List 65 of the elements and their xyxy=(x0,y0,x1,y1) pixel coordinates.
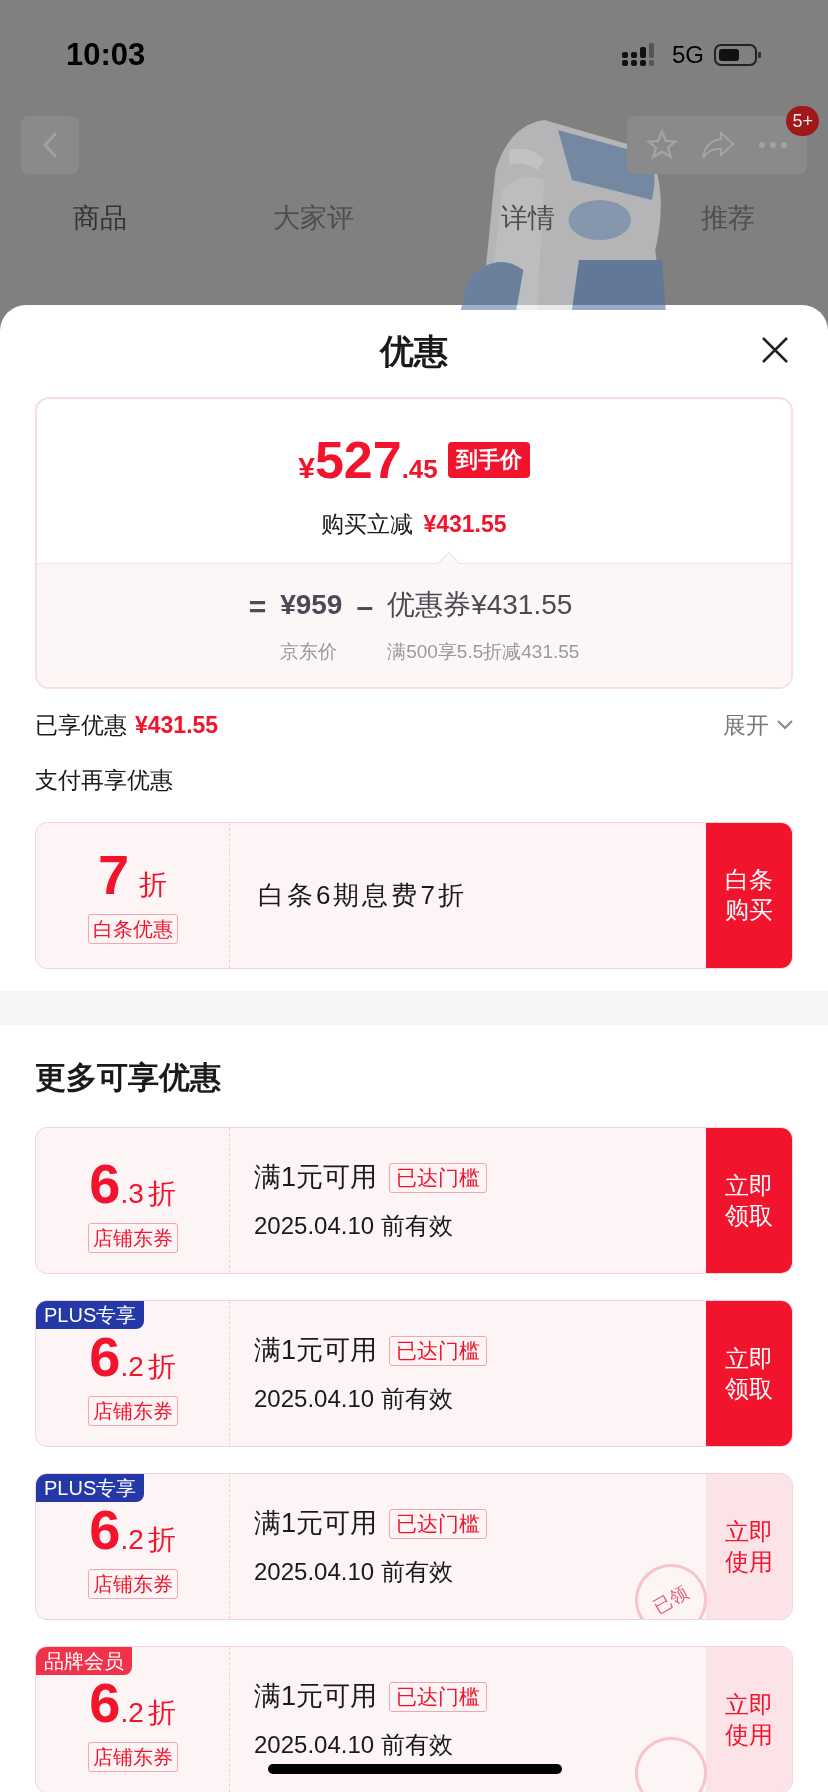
final-price-tag: 到手价 xyxy=(447,441,530,478)
threshold-tag: 已达门槛 xyxy=(389,1162,488,1193)
list-price-caption: 京东价 xyxy=(280,640,339,664)
coupon-type-tag: 店铺东券 xyxy=(87,1223,178,1253)
coupon-action-button[interactable]: 立即领取 xyxy=(706,1128,792,1273)
enjoyed-label: 已享优惠 xyxy=(35,710,127,740)
coupon-action-button[interactable]: 立即领取 xyxy=(706,1301,792,1446)
back-button[interactable] xyxy=(21,116,79,174)
discount-value: 7 xyxy=(97,846,130,903)
coupon-action-button[interactable]: 立即使用 xyxy=(706,1647,792,1792)
sheet-title: 优惠 xyxy=(380,330,448,372)
section-title: 更多可享优惠 xyxy=(35,1058,222,1097)
coupon-condition: 满1元可用 xyxy=(254,1680,378,1714)
close-button[interactable] xyxy=(760,335,790,365)
discount-unit: 折 xyxy=(147,1696,176,1730)
page-tab[interactable]: 商品 xyxy=(69,198,132,239)
coupon-label: PLUS专享 xyxy=(36,1301,145,1329)
discount-value: 6.2 xyxy=(89,1502,144,1558)
discount-unit: 折 xyxy=(147,1523,176,1557)
enjoyed-amount: ¥431.55 xyxy=(135,710,219,740)
saving-label: 购买立减 xyxy=(321,509,414,539)
coupon-condition: 满1元可用 xyxy=(254,1334,378,1368)
discount-unit: 折 xyxy=(139,867,168,902)
chevron-down-icon xyxy=(777,720,793,730)
coupon-amount: 优惠券¥431.55 xyxy=(387,588,574,622)
coupon-action-button[interactable]: 立即使用 xyxy=(706,1474,792,1619)
discount-unit: 折 xyxy=(147,1350,176,1384)
discount-value: 6.2 xyxy=(89,1329,144,1385)
offer-action-button[interactable]: 白条购买 xyxy=(706,822,792,968)
coupon-caption: 满500享5.5折减431.55 xyxy=(387,640,580,664)
status-time: 10:03 xyxy=(66,35,146,74)
coupon-validity: 2025.04.10 前有效 xyxy=(254,1210,454,1241)
share-icon[interactable] xyxy=(701,130,735,160)
coupon-condition: 满1元可用 xyxy=(254,1507,378,1541)
coupon-type-tag: 店铺东券 xyxy=(87,1396,178,1426)
coupon-condition: 满1元可用 xyxy=(254,1161,378,1195)
list-price: ¥959 xyxy=(280,588,343,622)
coupon-label: 品牌会员 xyxy=(36,1647,132,1675)
offer-text: 白条6期息费7折 xyxy=(258,878,467,912)
discount-unit: 折 xyxy=(147,1177,176,1211)
discount-value: 6.3 xyxy=(89,1156,144,1212)
expand-toggle[interactable]: 展开 xyxy=(723,707,793,743)
notification-badge: 5+ xyxy=(786,106,819,136)
page-tab[interactable]: 详情 xyxy=(496,198,559,239)
star-icon[interactable] xyxy=(646,129,679,161)
coupon-validity: 2025.04.10 前有效 xyxy=(254,1556,454,1587)
equals-sign: = xyxy=(248,589,267,625)
minus-sign: – xyxy=(356,589,374,625)
threshold-tag: 已达门槛 xyxy=(389,1508,488,1539)
offer-type-tag: 白条优惠 xyxy=(87,913,178,944)
more-icon[interactable] xyxy=(757,141,788,149)
final-price: ¥527.45 xyxy=(298,429,438,491)
coupon-type-tag: 店铺东券 xyxy=(87,1569,178,1599)
coupon-type-tag: 店铺东券 xyxy=(87,1742,178,1772)
close-icon xyxy=(761,336,789,364)
threshold-tag: 已达门槛 xyxy=(389,1681,488,1712)
pay-section-title: 支付再享优惠 xyxy=(35,766,174,795)
network-label: 5G xyxy=(672,40,704,70)
coupon-validity: 2025.04.10 前有效 xyxy=(254,1383,454,1414)
threshold-tag: 已达门槛 xyxy=(389,1335,488,1366)
discount-value: 6.2 xyxy=(89,1675,144,1731)
coupon-label: PLUS专享 xyxy=(36,1474,145,1502)
battery-icon xyxy=(714,43,762,67)
coupon-validity: 2025.04.10 前有效 xyxy=(254,1729,454,1760)
saving-amount: ¥431.55 xyxy=(423,509,507,539)
